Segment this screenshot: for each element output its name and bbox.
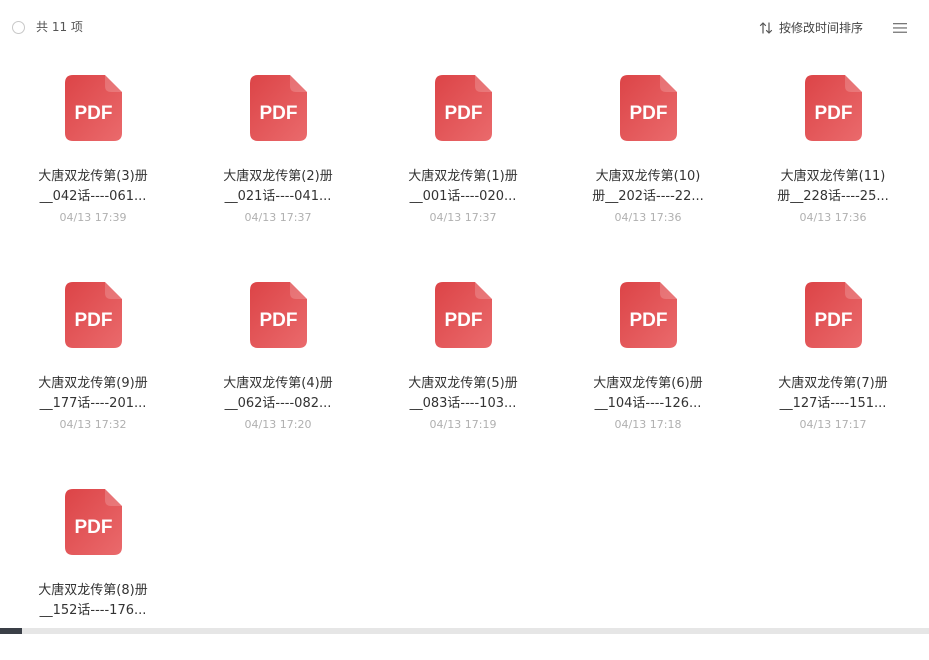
pdf-icon-label: PDF xyxy=(75,310,113,331)
file-name-line-2: __127话----151... xyxy=(779,396,887,411)
file-name-line-1: 大唐双龙传第(5)册 xyxy=(408,376,518,391)
file-item[interactable]: PDF 大唐双龙传第(2)册 __021话----041... 04/13 17:37 xyxy=(203,56,353,246)
file-name: 大唐双龙传第(3)册 __042话----061... xyxy=(18,167,168,207)
pdf-file-icon: PDF xyxy=(250,75,307,141)
file-date: 04/13 17:36 xyxy=(614,211,682,224)
file-date: 04/13 17:32 xyxy=(59,418,127,431)
file-item[interactable]: PDF 大唐双龙传第(6)册 __104话----126... 04/13 17:18 xyxy=(573,263,723,453)
file-name: 大唐双龙传第(5)册 __083话----103... xyxy=(388,374,538,414)
file-name-line-2: __104话----126... xyxy=(594,396,702,411)
file-date: 04/13 17:37 xyxy=(429,211,497,224)
select-all-checkbox[interactable] xyxy=(12,21,25,34)
pdf-icon-label: PDF xyxy=(260,310,298,331)
file-name-line-1: 大唐双龙传第(9)册 xyxy=(38,376,148,391)
file-name-line-2: __177话----201... xyxy=(39,396,147,411)
file-name: 大唐双龙传第(4)册 __062话----082... xyxy=(203,374,353,414)
file-name: 大唐双龙传第(2)册 __021话----041... xyxy=(203,167,353,207)
file-date: 04/13 17:36 xyxy=(799,211,867,224)
pdf-icon-label: PDF xyxy=(630,103,668,124)
file-date: 04/13 17:20 xyxy=(244,418,312,431)
sort-button[interactable]: 按修改时间排序 xyxy=(759,18,863,38)
file-date: 04/13 17:18 xyxy=(614,418,682,431)
file-name: 大唐双龙传第(10) 册__202话----22... xyxy=(573,167,723,207)
file-name: 大唐双龙传第(11) 册__228话----25... xyxy=(758,167,908,207)
file-item[interactable]: PDF 大唐双龙传第(7)册 __127话----151... 04/13 17:17 xyxy=(758,263,908,453)
pdf-icon-label: PDF xyxy=(630,310,668,331)
file-name-line-1: 大唐双龙传第(10) xyxy=(595,169,701,184)
pdf-icon-label: PDF xyxy=(260,103,298,124)
file-item[interactable]: PDF 大唐双龙传第(11) 册__228话----25... 04/13 17:36 xyxy=(758,56,908,246)
pdf-file-icon: PDF xyxy=(805,282,862,348)
pdf-icon-label: PDF xyxy=(75,103,113,124)
file-item[interactable]: PDF 大唐双龙传第(1)册 __001话----020... 04/13 17:37 xyxy=(388,56,538,246)
file-name-line-1: 大唐双龙传第(1)册 xyxy=(408,169,518,184)
file-item[interactable]: PDF 大唐双龙传第(10) 册__202话----22... 04/13 17:36 xyxy=(573,56,723,246)
file-name: 大唐双龙传第(7)册 __127话----151... xyxy=(758,374,908,414)
pdf-file-icon: PDF xyxy=(65,489,122,555)
pdf-icon-label: PDF xyxy=(815,103,853,124)
file-name-line-1: 大唐双龙传第(11) xyxy=(780,169,886,184)
file-item[interactable]: PDF 大唐双龙传第(3)册 __042话----061... 04/13 17:39 xyxy=(18,56,168,246)
file-date: 04/13 17:39 xyxy=(59,211,127,224)
list-view-icon[interactable] xyxy=(892,21,908,35)
pdf-file-icon: PDF xyxy=(435,75,492,141)
file-name-line-1: 大唐双龙传第(8)册 xyxy=(38,583,148,598)
file-date: 04/13 17:17 xyxy=(799,418,867,431)
pdf-file-icon: PDF xyxy=(620,282,677,348)
file-item[interactable]: PDF 大唐双龙传第(5)册 __083话----103... 04/13 17:19 xyxy=(388,263,538,453)
file-name-line-2: 册__228话----25... xyxy=(777,189,889,204)
file-name-line-2: 册__202话----22... xyxy=(592,189,704,204)
pdf-file-icon: PDF xyxy=(805,75,862,141)
file-name: 大唐双龙传第(8)册 __152话----176... xyxy=(18,581,168,621)
file-item[interactable]: PDF 大唐双龙传第(4)册 __062话----082... 04/13 17:20 xyxy=(203,263,353,453)
file-name: 大唐双龙传第(1)册 __001话----020... xyxy=(388,167,538,207)
file-name-line-2: __042话----061... xyxy=(39,189,147,204)
horizontal-scrollbar[interactable] xyxy=(0,628,929,634)
file-date: 04/13 17:37 xyxy=(244,211,312,224)
file-name-line-2: __083话----103... xyxy=(409,396,517,411)
item-count-label: 共 11 项 xyxy=(36,20,83,34)
file-name-line-2: __001话----020... xyxy=(409,189,517,204)
file-item[interactable]: PDF 大唐双龙传第(9)册 __177话----201... 04/13 17:32 xyxy=(18,263,168,453)
file-date: 04/13 17:19 xyxy=(429,418,497,431)
file-name: 大唐双龙传第(6)册 __104话----126... xyxy=(573,374,723,414)
file-name-line-1: 大唐双龙传第(6)册 xyxy=(593,376,703,391)
file-name-line-1: 大唐双龙传第(4)册 xyxy=(223,376,333,391)
pdf-file-icon: PDF xyxy=(620,75,677,141)
pdf-file-icon: PDF xyxy=(250,282,307,348)
scrollbar-thumb[interactable] xyxy=(0,628,22,634)
file-name-line-1: 大唐双龙传第(3)册 xyxy=(38,169,148,184)
toolbar: 共 11 项 按修改时间排序 xyxy=(0,0,929,56)
sort-arrows-icon xyxy=(759,22,773,34)
pdf-file-icon: PDF xyxy=(435,282,492,348)
pdf-icon-label: PDF xyxy=(445,103,483,124)
pdf-icon-label: PDF xyxy=(445,310,483,331)
file-name-line-1: 大唐双龙传第(2)册 xyxy=(223,169,333,184)
file-name-line-2: __152话----176... xyxy=(39,603,147,618)
file-name: 大唐双龙传第(9)册 __177话----201... xyxy=(18,374,168,414)
pdf-file-icon: PDF xyxy=(65,75,122,141)
file-name-line-1: 大唐双龙传第(7)册 xyxy=(778,376,888,391)
file-name-line-2: __062话----082... xyxy=(224,396,332,411)
sort-label: 按修改时间排序 xyxy=(778,21,863,35)
pdf-icon-label: PDF xyxy=(75,517,113,538)
pdf-icon-label: PDF xyxy=(815,310,853,331)
file-name-line-2: __021话----041... xyxy=(224,189,332,204)
pdf-file-icon: PDF xyxy=(65,282,122,348)
